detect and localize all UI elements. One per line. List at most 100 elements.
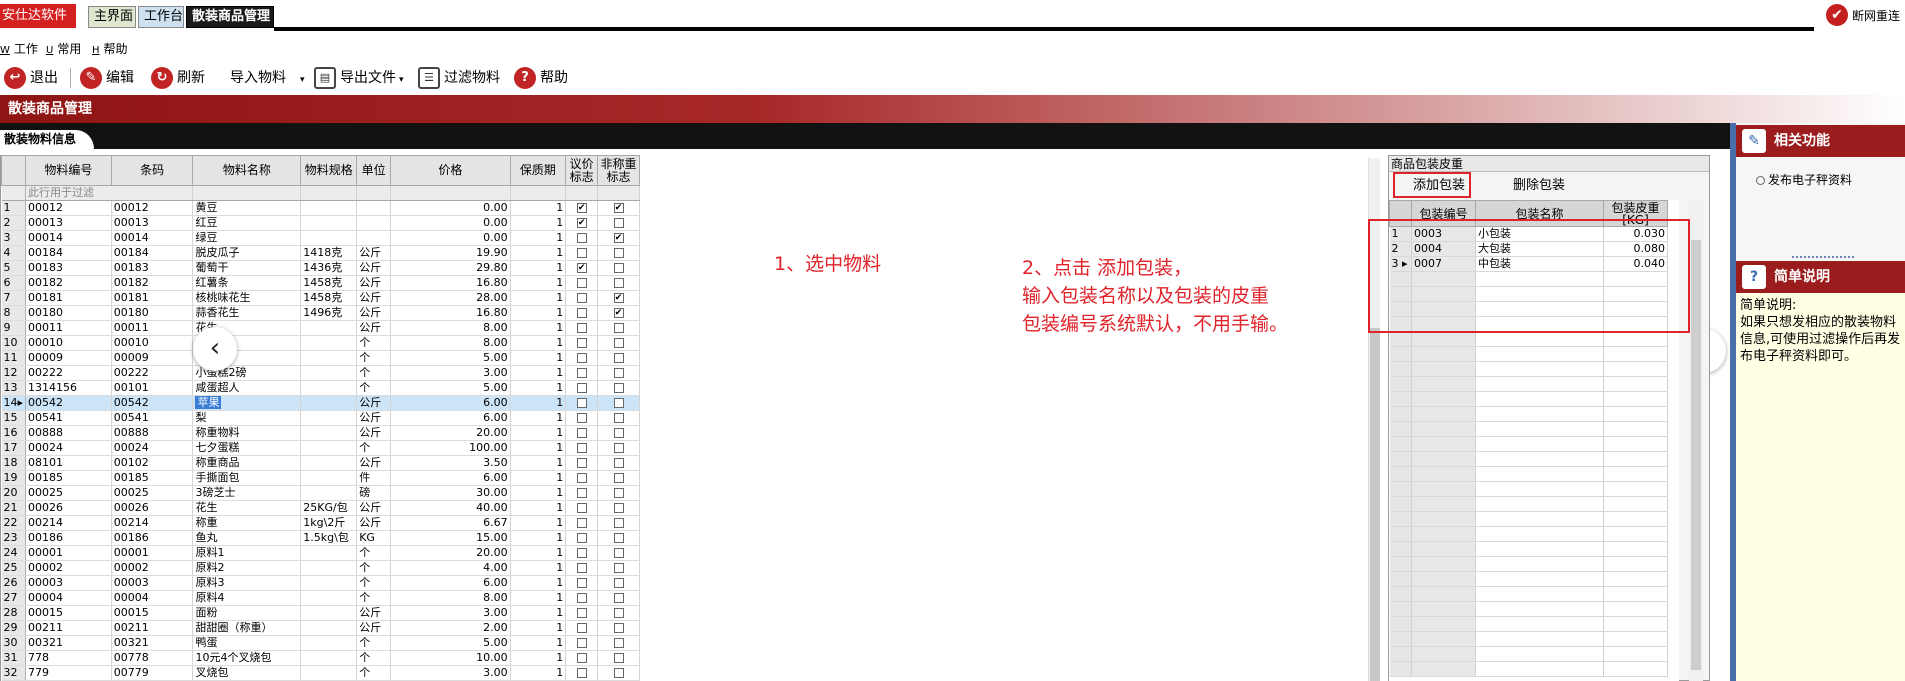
bargain-flag-cell[interactable] xyxy=(565,530,599,546)
material-code-cell[interactable]: 00185 xyxy=(25,470,112,486)
material-code-cell[interactable]: 00013 xyxy=(25,215,112,231)
package-name-cell[interactable] xyxy=(1475,616,1604,632)
package-code-cell[interactable] xyxy=(1411,601,1476,617)
barcode-cell[interactable]: 00011 xyxy=(111,320,194,336)
material-spec-cell[interactable] xyxy=(300,650,358,666)
barcode-cell[interactable]: 00025 xyxy=(111,485,194,501)
price-cell[interactable]: 4.00 xyxy=(390,560,511,576)
tab-bulk-goods[interactable]: 散装商品管理 xyxy=(186,6,274,28)
row-number-cell[interactable]: 20 xyxy=(1,485,27,501)
unit-cell[interactable]: 个 xyxy=(356,575,392,591)
nonweigh-flag-cell[interactable]: ✔ xyxy=(597,305,640,321)
row-number-cell[interactable]: 5 xyxy=(1,260,27,276)
material-name-cell[interactable]: 称重 xyxy=(192,515,302,531)
price-cell[interactable]: 3.00 xyxy=(390,605,511,621)
row-number-cell[interactable] xyxy=(1389,631,1412,647)
grid-header-shelf-life[interactable]: 保质期 xyxy=(509,155,567,186)
price-cell[interactable]: 0.00 xyxy=(390,230,511,246)
table-row[interactable] xyxy=(1389,436,1668,452)
package-name-cell[interactable] xyxy=(1475,346,1604,362)
import-materials-button[interactable]: 导入物料 ▾ xyxy=(230,65,305,91)
table-row[interactable]: 8 00180 00180 蒜香花生 1496克 公斤 16.80 1 ✔ xyxy=(1,305,640,321)
barcode-cell[interactable]: 00003 xyxy=(111,575,194,591)
material-name-cell[interactable]: 称重物料 xyxy=(192,425,302,441)
price-cell[interactable]: 8.00 xyxy=(390,320,511,336)
package-tare-cell[interactable] xyxy=(1603,361,1668,377)
bargain-flag-cell[interactable]: ✔ xyxy=(565,200,599,216)
material-spec-cell[interactable] xyxy=(300,410,358,426)
bargain-flag-cell[interactable] xyxy=(565,425,599,441)
shelf-life-cell[interactable]: 1 xyxy=(510,500,567,516)
barcode-cell[interactable]: 00321 xyxy=(111,635,194,651)
barcode-cell[interactable]: 00779 xyxy=(111,665,194,681)
unit-cell[interactable]: 公斤 xyxy=(356,605,392,621)
price-cell[interactable]: 19.90 xyxy=(390,245,511,261)
material-spec-cell[interactable] xyxy=(300,620,358,636)
checkbox[interactable] xyxy=(576,278,587,288)
price-cell[interactable]: 6.00 xyxy=(390,470,511,486)
bargain-flag-cell[interactable] xyxy=(565,455,599,471)
table-row[interactable] xyxy=(1389,586,1668,602)
package-tare-cell[interactable] xyxy=(1603,571,1668,587)
material-spec-cell[interactable] xyxy=(300,320,358,336)
unit-cell[interactable]: 公斤 xyxy=(356,305,392,321)
unit-cell[interactable]: 个 xyxy=(356,440,392,456)
package-name-cell[interactable] xyxy=(1475,661,1604,677)
bargain-flag-cell[interactable] xyxy=(565,560,599,576)
tab-bulk-material-info[interactable]: 散装物料信息 xyxy=(0,130,94,149)
package-name-cell[interactable] xyxy=(1475,571,1604,587)
checkbox[interactable] xyxy=(613,533,624,543)
unit-cell[interactable]: 公斤 xyxy=(356,290,392,306)
price-cell[interactable]: 5.00 xyxy=(390,380,511,396)
checkbox[interactable] xyxy=(576,608,587,618)
bargain-flag-cell[interactable] xyxy=(565,335,599,351)
material-spec-cell[interactable]: 1458克 xyxy=(300,290,358,306)
table-row[interactable]: 15 00541 00541 梨公斤 6.00 1 xyxy=(1,410,640,426)
table-row[interactable]: 21 00026 00026 花生 25KG/包 公斤 40.00 1 xyxy=(1,500,640,516)
bargain-flag-cell[interactable] xyxy=(565,350,599,366)
shelf-life-cell[interactable]: 1 xyxy=(510,350,567,366)
material-spec-cell[interactable]: 1418克 xyxy=(300,245,358,261)
unit-cell[interactable]: 公斤 xyxy=(356,395,392,411)
grid-header-bargain-flag[interactable]: 议价标志 xyxy=(565,155,599,186)
prev-arrow-button[interactable]: ‹ xyxy=(193,327,237,371)
unit-cell[interactable]: 公斤 xyxy=(356,320,392,336)
shelf-life-cell[interactable]: 1 xyxy=(510,620,567,636)
shelf-life-cell[interactable]: 1 xyxy=(510,635,567,651)
nonweigh-flag-cell[interactable] xyxy=(597,245,640,261)
price-cell[interactable]: 5.00 xyxy=(390,635,511,651)
bargain-flag-cell[interactable] xyxy=(565,665,599,681)
package-name-cell[interactable] xyxy=(1475,601,1604,617)
bargain-flag-cell[interactable] xyxy=(565,245,599,261)
bargain-flag-cell[interactable] xyxy=(565,500,599,516)
checkbox[interactable] xyxy=(576,668,587,678)
unit-cell[interactable] xyxy=(356,200,392,216)
tab-main[interactable]: 主界面 xyxy=(88,6,136,28)
material-code-cell[interactable]: 00181 xyxy=(25,290,112,306)
material-spec-cell[interactable] xyxy=(300,230,358,246)
price-cell[interactable]: 10.00 xyxy=(390,650,511,666)
shelf-life-cell[interactable]: 1 xyxy=(510,605,567,621)
table-row[interactable] xyxy=(1389,526,1668,542)
material-spec-cell[interactable] xyxy=(300,200,358,216)
bargain-flag-cell[interactable] xyxy=(565,380,599,396)
package-tare-cell[interactable] xyxy=(1603,541,1668,557)
package-code-cell[interactable] xyxy=(1411,391,1476,407)
row-number-cell[interactable]: 30 xyxy=(1,635,27,651)
shelf-life-cell[interactable]: 1 xyxy=(510,665,567,681)
unit-cell[interactable]: 个 xyxy=(356,590,392,606)
row-number-cell[interactable] xyxy=(1389,376,1412,392)
nonweigh-flag-cell[interactable] xyxy=(597,575,640,591)
material-name-cell[interactable]: 鸭蛋 xyxy=(192,635,302,651)
unit-cell[interactable]: 磅 xyxy=(356,485,392,501)
package-name-cell[interactable] xyxy=(1475,376,1604,392)
nonweigh-flag-cell[interactable] xyxy=(597,560,640,576)
grid-header-code[interactable]: 物料编号 xyxy=(25,155,112,186)
row-number-cell[interactable] xyxy=(1389,601,1412,617)
menu-help[interactable]: H 帮助 xyxy=(92,40,128,60)
nonweigh-flag-cell[interactable] xyxy=(597,665,640,681)
shelf-life-cell[interactable]: 1 xyxy=(510,275,567,291)
material-code-cell[interactable]: 00012 xyxy=(25,200,112,216)
material-name-cell[interactable]: 咸蛋超人 xyxy=(192,380,302,396)
export-file-button[interactable]: ▤ 导出文件 ▾ xyxy=(314,65,404,91)
